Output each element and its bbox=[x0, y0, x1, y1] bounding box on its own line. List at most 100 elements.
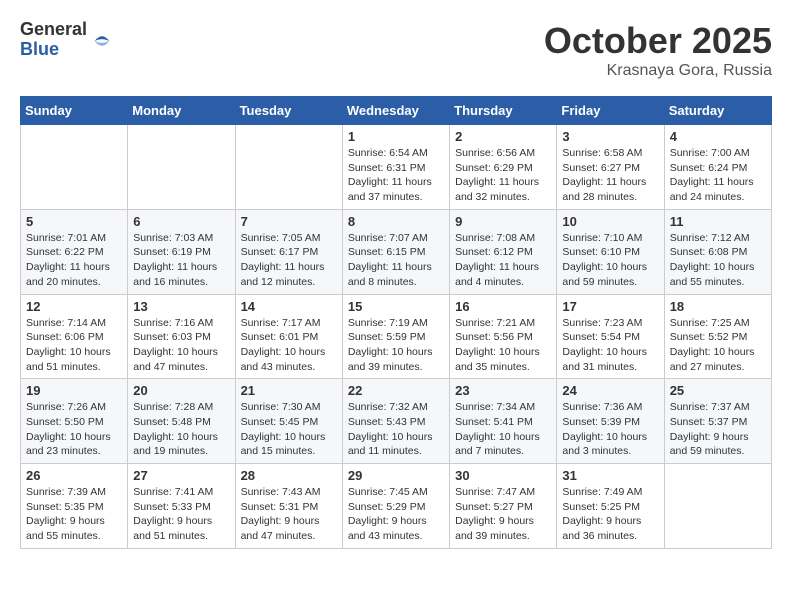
calendar-cell: 26 Sunrise: 7:39 AM Sunset: 5:35 PM Dayli… bbox=[21, 464, 128, 549]
column-header-saturday: Saturday bbox=[664, 97, 771, 125]
column-header-thursday: Thursday bbox=[450, 97, 557, 125]
calendar-cell: 21Sunrise: 7:30 AM Sunset: 5:45 PM Dayli… bbox=[235, 379, 342, 464]
day-info: Sunrise: 7:26 AM Sunset: 5:50 PM Dayligh… bbox=[26, 400, 122, 459]
day-info: Sunrise: 7:12 AM Sunset: 6:08 PM Dayligh… bbox=[670, 231, 766, 290]
logo: General Blue bbox=[20, 20, 113, 60]
calendar-header-row: SundayMondayTuesdayWednesdayThursdayFrid… bbox=[21, 97, 772, 125]
day-info: Sunrise: 7:47 AM Sunset: 5:27 PM Dayligh… bbox=[455, 485, 551, 544]
calendar-cell: 17 Sunrise: 7:23 AM Sunset: 5:54 PM Dayli… bbox=[557, 294, 664, 379]
day-info: Sunrise: 7:07 AM Sunset: 6:15 PM Dayligh… bbox=[348, 231, 444, 290]
calendar-cell bbox=[128, 125, 235, 210]
calendar-cell bbox=[235, 125, 342, 210]
page-header: General Blue October 2025 Krasnaya Gora,… bbox=[20, 20, 772, 80]
calendar-table: SundayMondayTuesdayWednesdayThursdayFrid… bbox=[20, 96, 772, 549]
calendar-cell: 14Sunrise: 7:17 AM Sunset: 6:01 PM Dayli… bbox=[235, 294, 342, 379]
day-info: Sunrise: 7:03 AM Sunset: 6:19 PM Dayligh… bbox=[133, 231, 229, 290]
day-info: Sunrise: 7:05 AM Sunset: 6:17 PM Dayligh… bbox=[241, 231, 337, 290]
calendar-week-3: 12 Sunrise: 7:14 AM Sunset: 6:06 PM Dayli… bbox=[21, 294, 772, 379]
day-info: Sunrise: 7:00 AM Sunset: 6:24 PM Dayligh… bbox=[670, 146, 766, 205]
day-number: 11 bbox=[670, 214, 766, 229]
day-info: Sunrise: 7:16 AM Sunset: 6:03 PM Dayligh… bbox=[133, 316, 229, 375]
calendar-cell: 27 Sunrise: 7:41 AM Sunset: 5:33 PM Dayli… bbox=[128, 464, 235, 549]
calendar-cell: 1Sunrise: 6:54 AM Sunset: 6:31 PM Daylig… bbox=[342, 125, 449, 210]
day-info: Sunrise: 7:14 AM Sunset: 6:06 PM Dayligh… bbox=[26, 316, 122, 375]
day-number: 29 bbox=[348, 468, 444, 483]
day-number: 20 bbox=[133, 383, 229, 398]
calendar-cell: 12 Sunrise: 7:14 AM Sunset: 6:06 PM Dayli… bbox=[21, 294, 128, 379]
calendar-cell: 13 Sunrise: 7:16 AM Sunset: 6:03 PM Dayli… bbox=[128, 294, 235, 379]
calendar-cell: 31 Sunrise: 7:49 AM Sunset: 5:25 PM Dayli… bbox=[557, 464, 664, 549]
title-block: October 2025 Krasnaya Gora, Russia bbox=[544, 20, 772, 80]
day-info: Sunrise: 7:41 AM Sunset: 5:33 PM Dayligh… bbox=[133, 485, 229, 544]
calendar-cell bbox=[664, 464, 771, 549]
day-info: Sunrise: 7:25 AM Sunset: 5:52 PM Dayligh… bbox=[670, 316, 766, 375]
calendar-cell: 28 Sunrise: 7:43 AM Sunset: 5:31 PM Dayli… bbox=[235, 464, 342, 549]
day-number: 25 bbox=[670, 383, 766, 398]
day-info: Sunrise: 7:36 AM Sunset: 5:39 PM Dayligh… bbox=[562, 400, 658, 459]
day-number: 30 bbox=[455, 468, 551, 483]
day-info: Sunrise: 7:30 AM Sunset: 5:45 PM Dayligh… bbox=[241, 400, 337, 459]
day-number: 18 bbox=[670, 299, 766, 314]
calendar-cell: 8 Sunrise: 7:07 AM Sunset: 6:15 PM Daylig… bbox=[342, 209, 449, 294]
calendar-cell bbox=[21, 125, 128, 210]
day-number: 17 bbox=[562, 299, 658, 314]
calendar-cell: 3 Sunrise: 6:58 AM Sunset: 6:27 PM Daylig… bbox=[557, 125, 664, 210]
calendar-cell: 23Sunrise: 7:34 AM Sunset: 5:41 PM Dayli… bbox=[450, 379, 557, 464]
day-number: 26 bbox=[26, 468, 122, 483]
day-number: 8 bbox=[348, 214, 444, 229]
day-number: 7 bbox=[241, 214, 337, 229]
calendar-week-2: 5Sunrise: 7:01 AM Sunset: 6:22 PM Daylig… bbox=[21, 209, 772, 294]
calendar-week-5: 26 Sunrise: 7:39 AM Sunset: 5:35 PM Dayli… bbox=[21, 464, 772, 549]
day-number: 15 bbox=[348, 299, 444, 314]
logo-text: General Blue bbox=[20, 20, 87, 60]
calendar-cell: 22Sunrise: 7:32 AM Sunset: 5:43 PM Dayli… bbox=[342, 379, 449, 464]
calendar-cell: 2 Sunrise: 6:56 AM Sunset: 6:29 PM Daylig… bbox=[450, 125, 557, 210]
day-number: 19 bbox=[26, 383, 122, 398]
calendar-cell: 4 Sunrise: 7:00 AM Sunset: 6:24 PM Daylig… bbox=[664, 125, 771, 210]
day-info: Sunrise: 7:49 AM Sunset: 5:25 PM Dayligh… bbox=[562, 485, 658, 544]
column-header-sunday: Sunday bbox=[21, 97, 128, 125]
day-number: 28 bbox=[241, 468, 337, 483]
day-info: Sunrise: 7:45 AM Sunset: 5:29 PM Dayligh… bbox=[348, 485, 444, 544]
day-info: Sunrise: 7:28 AM Sunset: 5:48 PM Dayligh… bbox=[133, 400, 229, 459]
calendar-cell: 15 Sunrise: 7:19 AM Sunset: 5:59 PM Dayli… bbox=[342, 294, 449, 379]
column-header-friday: Friday bbox=[557, 97, 664, 125]
day-info: Sunrise: 7:08 AM Sunset: 6:12 PM Dayligh… bbox=[455, 231, 551, 290]
day-info: Sunrise: 6:58 AM Sunset: 6:27 PM Dayligh… bbox=[562, 146, 658, 205]
day-info: Sunrise: 7:23 AM Sunset: 5:54 PM Dayligh… bbox=[562, 316, 658, 375]
day-number: 13 bbox=[133, 299, 229, 314]
day-info: Sunrise: 6:56 AM Sunset: 6:29 PM Dayligh… bbox=[455, 146, 551, 205]
day-number: 3 bbox=[562, 129, 658, 144]
day-info: Sunrise: 7:21 AM Sunset: 5:56 PM Dayligh… bbox=[455, 316, 551, 375]
day-info: Sunrise: 7:39 AM Sunset: 5:35 PM Dayligh… bbox=[26, 485, 122, 544]
calendar-cell: 19 Sunrise: 7:26 AM Sunset: 5:50 PM Dayli… bbox=[21, 379, 128, 464]
calendar-week-4: 19 Sunrise: 7:26 AM Sunset: 5:50 PM Dayli… bbox=[21, 379, 772, 464]
calendar-cell: 20 Sunrise: 7:28 AM Sunset: 5:48 PM Dayli… bbox=[128, 379, 235, 464]
calendar-cell: 24 Sunrise: 7:36 AM Sunset: 5:39 PM Dayli… bbox=[557, 379, 664, 464]
logo-icon bbox=[91, 30, 113, 52]
logo-line1: General bbox=[20, 20, 87, 40]
calendar-cell: 9 Sunrise: 7:08 AM Sunset: 6:12 PM Daylig… bbox=[450, 209, 557, 294]
day-number: 4 bbox=[670, 129, 766, 144]
calendar-cell: 25Sunrise: 7:37 AM Sunset: 5:37 PM Dayli… bbox=[664, 379, 771, 464]
day-info: Sunrise: 7:43 AM Sunset: 5:31 PM Dayligh… bbox=[241, 485, 337, 544]
day-number: 23 bbox=[455, 383, 551, 398]
day-number: 2 bbox=[455, 129, 551, 144]
day-number: 16 bbox=[455, 299, 551, 314]
column-header-tuesday: Tuesday bbox=[235, 97, 342, 125]
calendar-cell: 29 Sunrise: 7:45 AM Sunset: 5:29 PM Dayli… bbox=[342, 464, 449, 549]
day-info: Sunrise: 7:32 AM Sunset: 5:43 PM Dayligh… bbox=[348, 400, 444, 459]
day-number: 27 bbox=[133, 468, 229, 483]
day-number: 9 bbox=[455, 214, 551, 229]
column-header-wednesday: Wednesday bbox=[342, 97, 449, 125]
day-info: Sunrise: 7:19 AM Sunset: 5:59 PM Dayligh… bbox=[348, 316, 444, 375]
day-number: 12 bbox=[26, 299, 122, 314]
day-number: 24 bbox=[562, 383, 658, 398]
calendar-cell: 7 Sunrise: 7:05 AM Sunset: 6:17 PM Daylig… bbox=[235, 209, 342, 294]
day-number: 10 bbox=[562, 214, 658, 229]
day-number: 6 bbox=[133, 214, 229, 229]
calendar-cell: 16 Sunrise: 7:21 AM Sunset: 5:56 PM Dayli… bbox=[450, 294, 557, 379]
column-header-monday: Monday bbox=[128, 97, 235, 125]
day-number: 31 bbox=[562, 468, 658, 483]
calendar-cell: 18 Sunrise: 7:25 AM Sunset: 5:52 PM Dayli… bbox=[664, 294, 771, 379]
